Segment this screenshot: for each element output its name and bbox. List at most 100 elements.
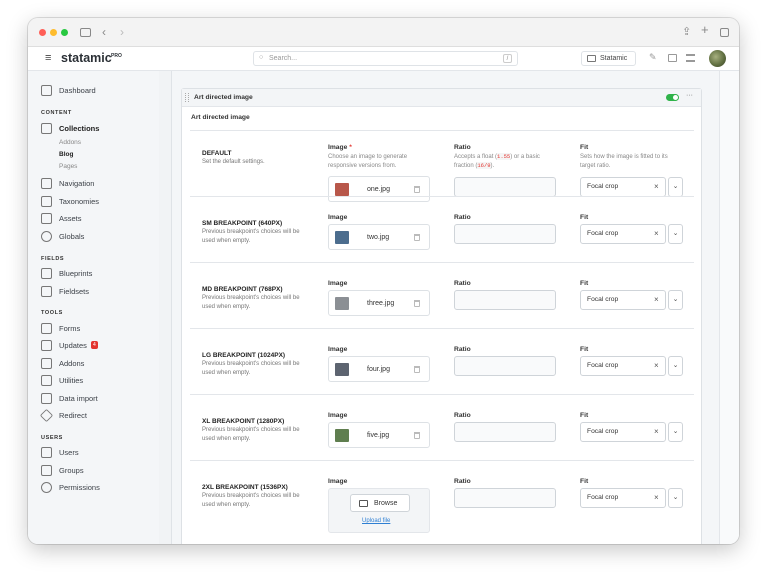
fieldsets-icon xyxy=(41,285,52,297)
chevron-down-icon[interactable]: ⌄ xyxy=(668,224,683,244)
trash-icon[interactable] xyxy=(414,366,420,373)
image-asset[interactable]: four.jpg xyxy=(328,356,430,382)
dashboard-icon xyxy=(41,84,52,96)
drag-handle-icon[interactable] xyxy=(185,93,189,102)
tab-overview-icon[interactable] xyxy=(720,28,729,37)
sidebar-item-redirect[interactable]: Redirect xyxy=(39,408,87,422)
ratio-input[interactable] xyxy=(454,356,556,376)
share-icon[interactable]: ⇪ xyxy=(682,25,691,39)
new-tab-icon[interactable]: + xyxy=(701,23,709,37)
trash-icon[interactable] xyxy=(414,186,420,193)
edition-badge: PRO xyxy=(111,53,122,59)
clear-icon[interactable]: × xyxy=(654,182,659,191)
chevron-down-icon[interactable]: ⌄ xyxy=(668,177,683,197)
ratio-example-float: 1.55 xyxy=(497,153,511,160)
fit-value: Focal crop xyxy=(587,362,619,369)
sidebar-item-collections[interactable]: Collections xyxy=(41,121,99,135)
user-avatar[interactable] xyxy=(709,50,726,67)
back-icon[interactable]: ‹ xyxy=(102,25,106,39)
image-description: Choose an image to generate responsive v… xyxy=(328,154,408,169)
left-rail xyxy=(159,71,172,544)
sidebar-item-groups[interactable]: Groups xyxy=(41,463,84,477)
ratio-input[interactable] xyxy=(454,488,556,508)
image-asset[interactable]: two.jpg xyxy=(328,224,430,250)
clear-icon[interactable]: × xyxy=(654,229,659,238)
trash-icon[interactable] xyxy=(414,300,420,307)
ratio-label: Ratio xyxy=(454,280,471,287)
panel-more-icon[interactable]: ··· xyxy=(686,92,693,99)
sidebar-item-users[interactable]: Users xyxy=(41,445,79,459)
fit-label: Fit xyxy=(580,346,589,353)
docs-icon[interactable] xyxy=(668,54,677,62)
image-thumbnail xyxy=(335,297,349,310)
ratio-input[interactable] xyxy=(454,422,556,442)
sidebar-subitem-addons[interactable]: Addons xyxy=(59,139,81,146)
pin-icon[interactable]: ✎ xyxy=(649,52,657,63)
sidebar-item-taxonomies[interactable]: Taxonomies xyxy=(41,194,99,208)
clear-icon[interactable]: × xyxy=(654,493,659,502)
preferences-icon[interactable] xyxy=(686,54,695,62)
clear-icon[interactable]: × xyxy=(654,295,659,304)
image-asset[interactable]: three.jpg xyxy=(328,290,430,316)
chevron-down-icon[interactable]: ⌄ xyxy=(668,422,683,442)
sidebar-item-dashboard[interactable]: Dashboard xyxy=(41,83,96,97)
assets-icon xyxy=(41,212,52,224)
blueprints-icon xyxy=(41,267,52,279)
sidebar-item-utilities[interactable]: Utilities xyxy=(41,373,83,387)
sidebar-item-globals[interactable]: Globals xyxy=(41,229,84,243)
sidebar-item-navigation[interactable]: Navigation xyxy=(41,176,94,190)
clear-icon[interactable]: × xyxy=(654,361,659,370)
clear-icon[interactable]: × xyxy=(654,427,659,436)
minimize-window-button[interactable] xyxy=(50,29,57,36)
fit-select[interactable]: Focal crop × xyxy=(580,177,666,197)
image-label: Image xyxy=(328,412,347,419)
navigation-icon xyxy=(41,177,52,189)
image-filename: five.jpg xyxy=(367,432,390,439)
fit-select[interactable]: Focal crop × xyxy=(580,290,666,310)
ratio-input[interactable] xyxy=(454,224,556,244)
fit-select[interactable]: Focal crop × xyxy=(580,224,666,244)
sidebar-item-fieldsets[interactable]: Fieldsets xyxy=(41,284,89,298)
chevron-down-icon[interactable]: ⌄ xyxy=(668,356,683,376)
ratio-input[interactable] xyxy=(454,177,556,197)
search-input[interactable]: ○ Search... / xyxy=(253,51,518,66)
chevron-down-icon[interactable]: ⌄ xyxy=(668,290,683,310)
trash-icon[interactable] xyxy=(414,234,420,241)
upload-file-link[interactable]: Upload file xyxy=(362,518,390,524)
sidebar-item-permissions[interactable]: Permissions xyxy=(41,480,100,494)
zoom-window-button[interactable] xyxy=(61,29,68,36)
sidebar-item-assets[interactable]: Assets xyxy=(41,211,82,225)
sidebar-item-label: Assets xyxy=(59,213,82,223)
sidebar-subitem-pages[interactable]: Pages xyxy=(59,163,77,170)
sidebar-item-addons[interactable]: Addons xyxy=(41,356,84,370)
breakpoint-description: Previous breakpoint's choices will be us… xyxy=(202,361,300,376)
browse-button[interactable]: Browse xyxy=(350,494,410,512)
forward-icon[interactable]: › xyxy=(120,25,124,39)
site-label: Statamic xyxy=(600,55,628,62)
trash-icon[interactable] xyxy=(414,432,420,439)
breakpoint-description: Previous breakpoint's choices will be us… xyxy=(202,229,300,244)
sidebar-item-data-import[interactable]: Data import xyxy=(41,391,98,405)
breakpoint-row: 2XL BREAKPOINT (1536PX) Previous breakpoi… xyxy=(190,460,694,533)
sidebar-toggle-icon[interactable] xyxy=(80,28,91,37)
title-bar: ‹ › ⇪ + xyxy=(28,18,739,47)
sidebar-item-label: Fieldsets xyxy=(59,286,90,296)
image-asset[interactable]: five.jpg xyxy=(328,422,430,448)
fit-select[interactable]: Focal crop × xyxy=(580,422,666,442)
sidebar-item-updates[interactable]: Updates 4 xyxy=(41,338,98,352)
sidebar-item-forms[interactable]: Forms xyxy=(41,321,80,335)
site-switcher-button[interactable]: Statamic xyxy=(581,51,636,66)
panel-toggle[interactable] xyxy=(666,94,679,101)
fit-select[interactable]: Focal crop × xyxy=(580,488,666,508)
image-label: Image xyxy=(328,280,347,287)
sidebar-subitem-blog[interactable]: Blog xyxy=(59,151,73,158)
app-logo[interactable]: statamic xyxy=(61,51,112,65)
right-rail xyxy=(719,71,739,544)
hamburger-menu-icon[interactable]: ≡ xyxy=(45,52,51,64)
ratio-label: Ratio xyxy=(454,214,471,221)
fit-select[interactable]: Focal crop × xyxy=(580,356,666,376)
sidebar-item-blueprints[interactable]: Blueprints xyxy=(41,266,92,280)
chevron-down-icon[interactable]: ⌄ xyxy=(668,488,683,508)
ratio-input[interactable] xyxy=(454,290,556,310)
close-window-button[interactable] xyxy=(39,29,46,36)
